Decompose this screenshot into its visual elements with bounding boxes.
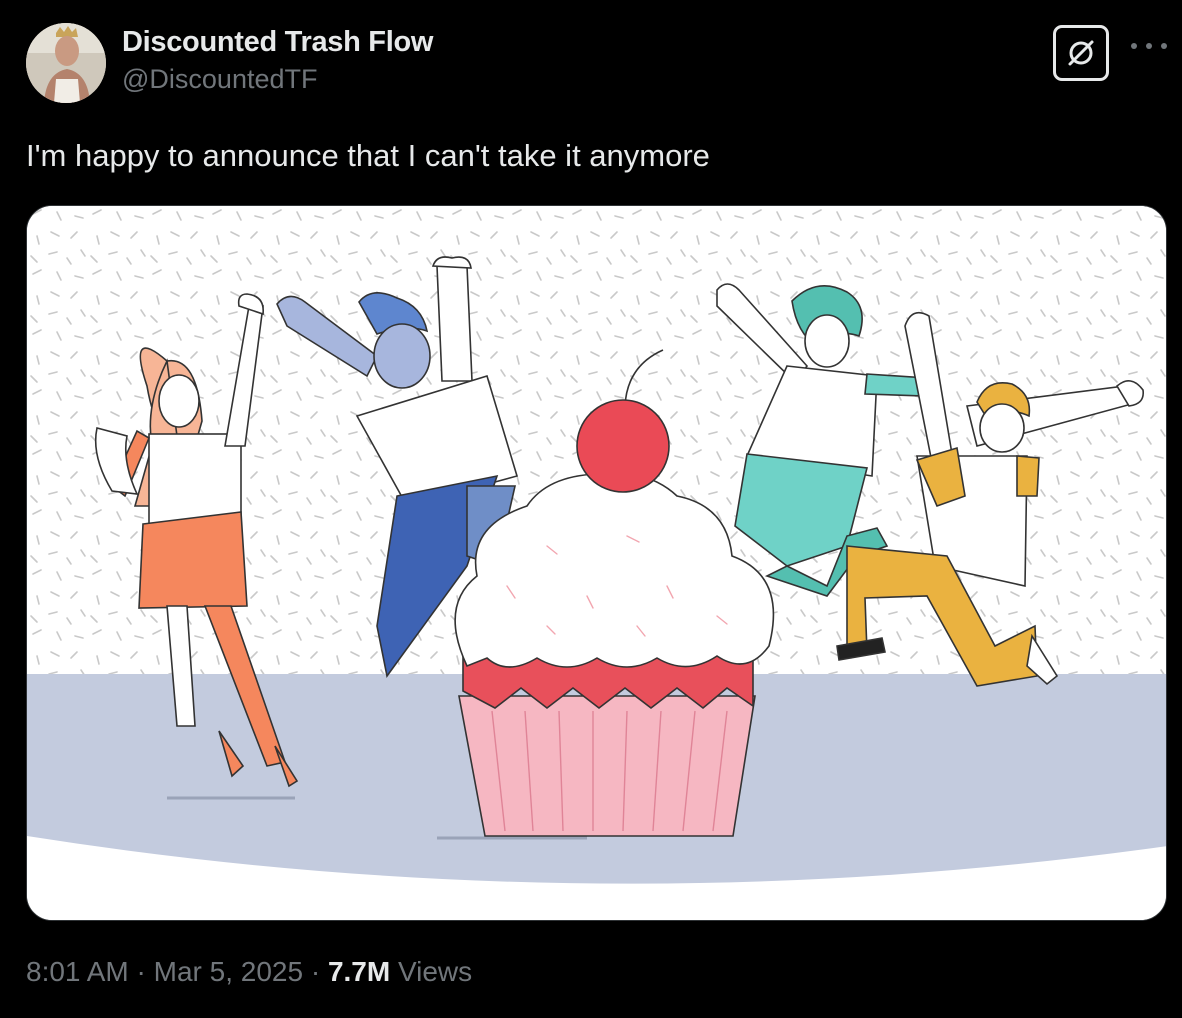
tweet-media[interactable] [26,205,1167,921]
tweet-date[interactable]: Mar 5, 2025 [154,956,303,987]
author-display-name[interactable]: Discounted Trash Flow [122,26,433,59]
cherry [576,399,670,493]
author-handle[interactable]: @DiscountedTF [122,64,317,95]
more-dots-icon [1161,43,1167,49]
more-dots-icon [1131,43,1137,49]
meta-separator: · [128,956,154,987]
grok-icon [1068,40,1094,66]
more-dots-icon [1146,43,1152,49]
more-options-button[interactable] [1131,36,1167,56]
tweet-time[interactable]: 8:01 AM [26,956,129,987]
views-count: 7.7M [327,956,391,987]
avatar[interactable] [26,23,106,103]
meta-separator: · [303,956,328,987]
profile-photo [26,23,106,103]
views-label: Views [390,956,473,987]
tweet-text: I'm happy to announce that I can't take … [26,138,710,173]
grok-button[interactable] [1053,25,1109,81]
celebration-illustration [27,206,1166,920]
tweet-meta: 8:01 AM · Mar 5, 2025 · 7.7M Views [26,956,472,988]
